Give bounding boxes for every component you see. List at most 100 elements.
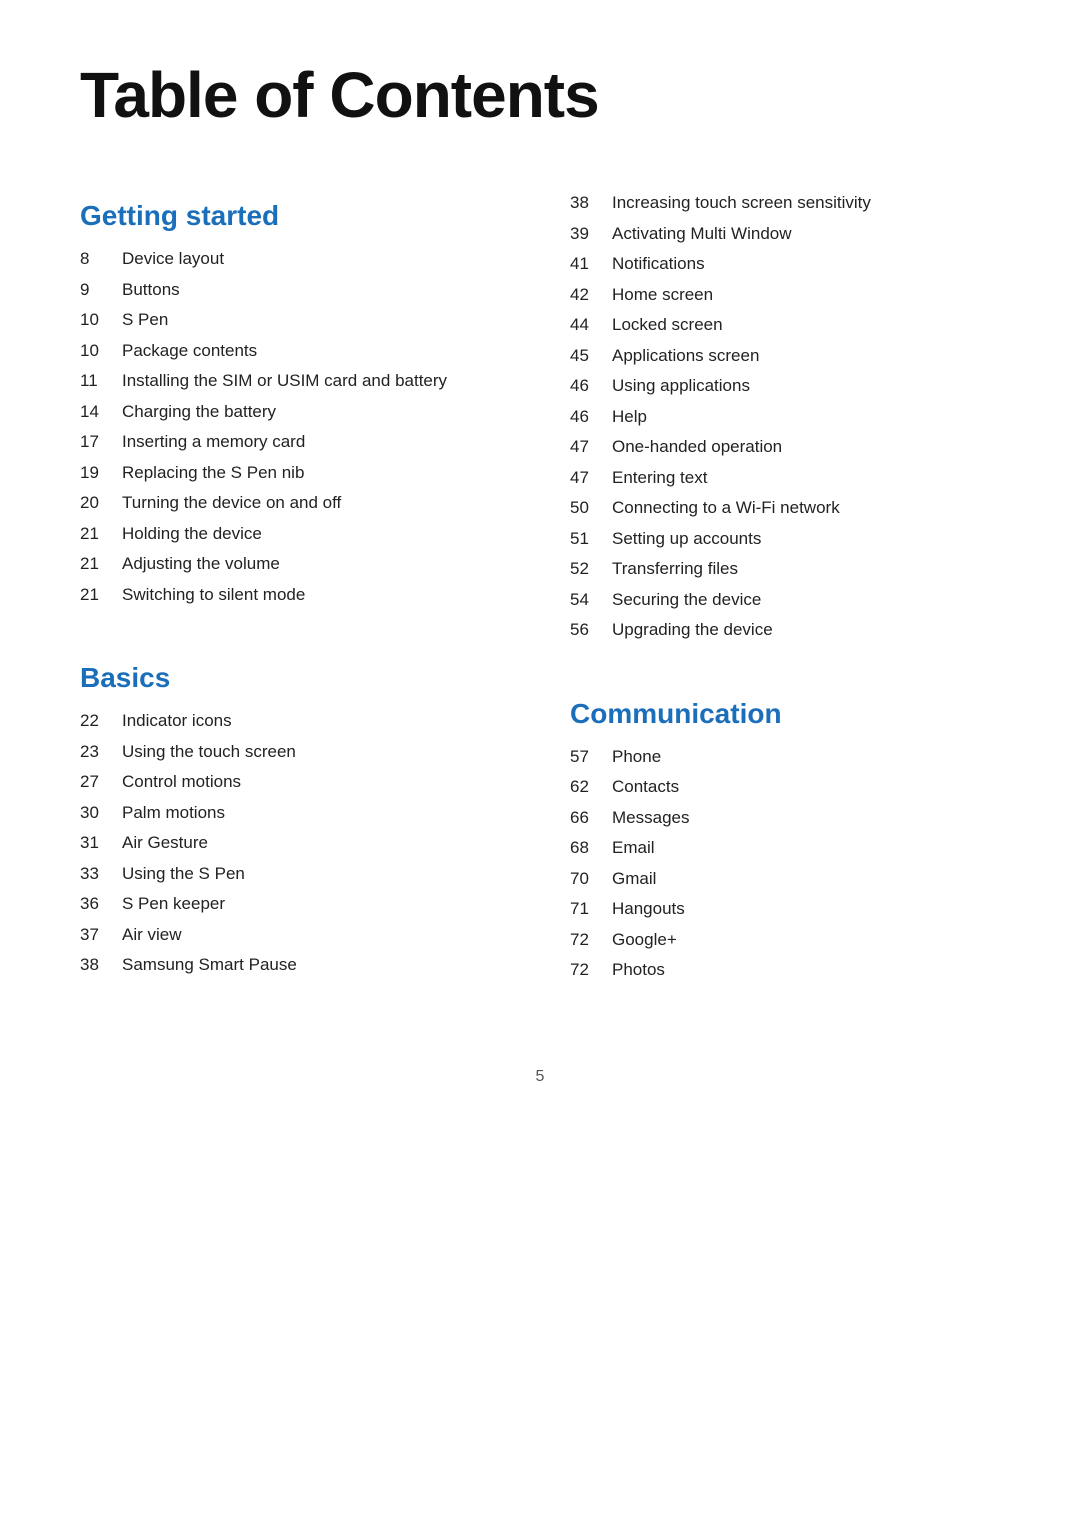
section-right-continued: 38Increasing touch screen sensitivity 39A…	[570, 190, 1000, 648]
toc-page-number: 62	[570, 774, 612, 800]
section-basics: Basics 22Indicator icons23Using the touch…	[80, 652, 510, 983]
toc-item: 8Device layout	[80, 246, 510, 272]
toc-page-number: 70	[570, 866, 612, 892]
toc-item-text: S Pen	[122, 307, 168, 333]
toc-page-number: 38	[570, 190, 612, 216]
toc-item: 30Palm motions	[80, 800, 510, 826]
toc-page-number: 50	[570, 495, 612, 521]
toc-page-number: 45	[570, 343, 612, 369]
toc-page-number: 71	[570, 896, 612, 922]
toc-item: 68Email	[570, 835, 1000, 861]
toc-item: 27Control motions	[80, 769, 510, 795]
toc-item-text: Activating Multi Window	[612, 221, 792, 247]
toc-item: 44Locked screen	[570, 312, 1000, 338]
toc-item-text: Using the touch screen	[122, 739, 296, 765]
toc-item-text: Google+	[612, 927, 677, 953]
section-title-communication: Communication	[570, 698, 1000, 730]
toc-page-number: 72	[570, 927, 612, 953]
toc-item: 31Air Gesture	[80, 830, 510, 856]
toc-item: 33Using the S Pen	[80, 861, 510, 887]
toc-page-number: 38	[80, 952, 122, 978]
toc-item-text: Gmail	[612, 866, 656, 892]
toc-item-text: Air view	[122, 922, 182, 948]
toc-item: 21Adjusting the volume	[80, 551, 510, 577]
section-communication: Communication 57Phone 62Contacts 66Messages…	[570, 688, 1000, 988]
toc-item-text: Control motions	[122, 769, 241, 795]
toc-item: 17Inserting a memory card	[80, 429, 510, 455]
toc-item: 72Google+	[570, 927, 1000, 953]
toc-page-number: 10	[80, 307, 122, 333]
toc-page-number: 19	[80, 460, 122, 486]
toc-page-number: 44	[570, 312, 612, 338]
toc-page-number: 14	[80, 399, 122, 425]
toc-page-number: 46	[570, 373, 612, 399]
toc-item: 41Notifications	[570, 251, 1000, 277]
toc-list-basics: 22Indicator icons23Using the touch scree…	[80, 708, 510, 978]
toc-item: 38Samsung Smart Pause	[80, 952, 510, 978]
toc-item: 57Phone	[570, 744, 1000, 770]
toc-page-number: 47	[570, 465, 612, 491]
toc-item: 37Air view	[80, 922, 510, 948]
toc-page-number: 47	[570, 434, 612, 460]
toc-item: 71Hangouts	[570, 896, 1000, 922]
toc-item-text: Installing the SIM or USIM card and batt…	[122, 368, 447, 394]
toc-item: 10Package contents	[80, 338, 510, 364]
toc-item-text: Charging the battery	[122, 399, 276, 425]
page-title: Table of Contents	[80, 60, 1000, 130]
toc-page-number: 31	[80, 830, 122, 856]
toc-item-text: Inserting a memory card	[122, 429, 305, 455]
toc-item-text: Holding the device	[122, 521, 262, 547]
toc-item: 66Messages	[570, 805, 1000, 831]
toc-page-number: 54	[570, 587, 612, 613]
toc-page-number: 9	[80, 277, 122, 303]
toc-page-number: 21	[80, 582, 122, 608]
toc-item-text: Increasing touch screen sensitivity	[612, 190, 871, 216]
toc-item: 47Entering text	[570, 465, 1000, 491]
toc-item-text: Device layout	[122, 246, 224, 272]
toc-item-text: Using applications	[612, 373, 750, 399]
toc-item: 20Turning the device on and off	[80, 490, 510, 516]
toc-page-number: 21	[80, 521, 122, 547]
toc-item-text: Contacts	[612, 774, 679, 800]
toc-item-text: Locked screen	[612, 312, 723, 338]
toc-item: 52Transferring files	[570, 556, 1000, 582]
toc-item-text: Indicator icons	[122, 708, 232, 734]
toc-item: 72Photos	[570, 957, 1000, 983]
toc-page-number: 11	[80, 368, 122, 394]
toc-page-number: 27	[80, 769, 122, 795]
toc-page-number: 66	[570, 805, 612, 831]
toc-item: 36S Pen keeper	[80, 891, 510, 917]
toc-list-right-continued: 38Increasing touch screen sensitivity 39A…	[570, 190, 1000, 643]
toc-item: 9Buttons	[80, 277, 510, 303]
toc-page-number: 52	[570, 556, 612, 582]
toc-item: 70Gmail	[570, 866, 1000, 892]
toc-page-number: 37	[80, 922, 122, 948]
section-title-basics: Basics	[80, 662, 510, 694]
toc-item-text: Applications screen	[612, 343, 759, 369]
toc-item: 14Charging the battery	[80, 399, 510, 425]
toc-page-number: 51	[570, 526, 612, 552]
toc-item: 56Upgrading the device	[570, 617, 1000, 643]
toc-item-text: Replacing the S Pen nib	[122, 460, 304, 486]
toc-item-text: Entering text	[612, 465, 707, 491]
toc-item-text: Email	[612, 835, 655, 861]
toc-item-text: Setting up accounts	[612, 526, 761, 552]
toc-page-number: 10	[80, 338, 122, 364]
content-wrapper: Getting started8Device layout9Buttons10S…	[80, 190, 1000, 1028]
toc-item-text: Upgrading the device	[612, 617, 773, 643]
toc-page-number: 17	[80, 429, 122, 455]
toc-list-communication: 57Phone 62Contacts 66Messages 68Email 70Gmai…	[570, 744, 1000, 983]
toc-item-text: Photos	[612, 957, 665, 983]
toc-item-text: Using the S Pen	[122, 861, 245, 887]
toc-page-number: 21	[80, 551, 122, 577]
toc-page-number: 42	[570, 282, 612, 308]
toc-page-number: 41	[570, 251, 612, 277]
section-getting-started: Getting started8Device layout9Buttons10S…	[80, 190, 510, 612]
toc-item: 11Installing the SIM or USIM card and ba…	[80, 368, 510, 394]
toc-item: 39Activating Multi Window	[570, 221, 1000, 247]
toc-page-number: 57	[570, 744, 612, 770]
toc-item-text: Help	[612, 404, 647, 430]
page-number: 5	[536, 1068, 545, 1085]
toc-item-text: Turning the device on and off	[122, 490, 341, 516]
toc-item: 23Using the touch screen	[80, 739, 510, 765]
